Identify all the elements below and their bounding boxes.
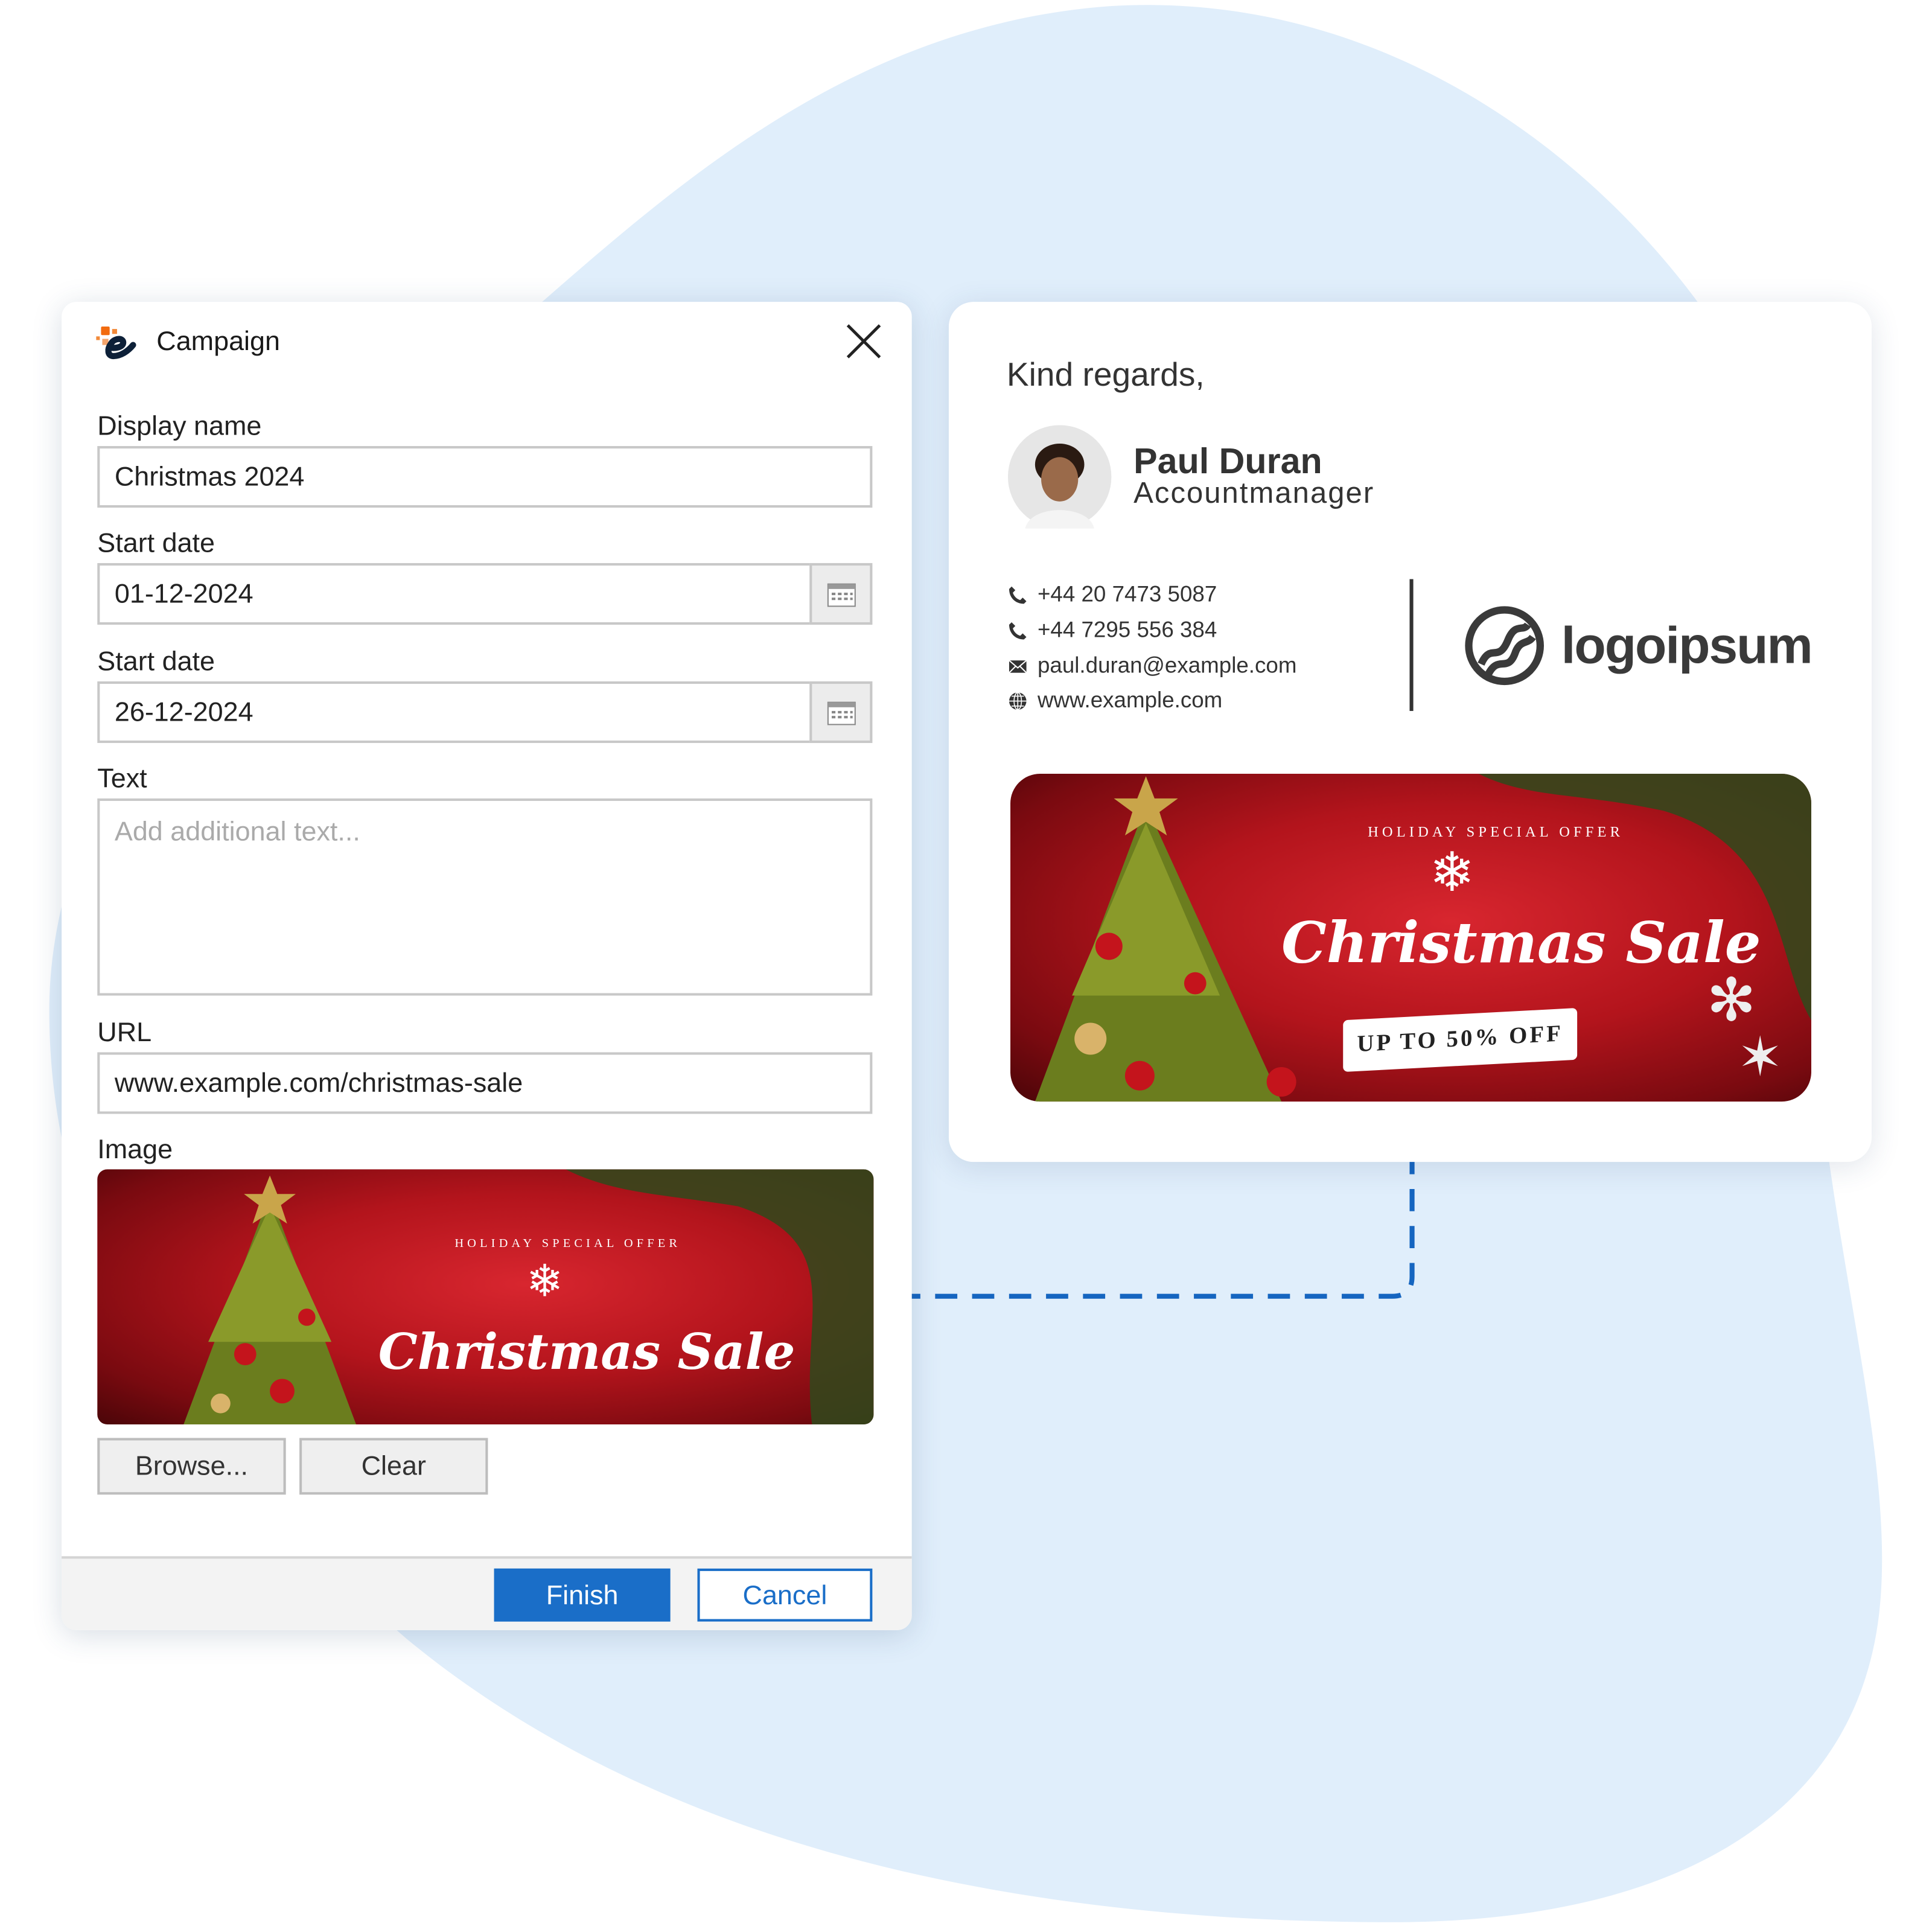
start-date-label: Start date [97, 527, 215, 558]
email-signature-preview: Kind regards, Paul Duran Accountmanager … [948, 302, 1872, 1162]
end-date-label: Start date [97, 645, 215, 677]
clear-button[interactable]: Clear [299, 1438, 488, 1495]
arc-text: HOLIDAY SPECIAL OFFER [454, 1237, 681, 1251]
greeting: Kind regards, [1006, 355, 1205, 394]
url-value: www.example.com/christmas-sale [114, 1066, 523, 1098]
text-placeholder: Add additional text... [114, 815, 360, 847]
campaign-dialog: Campaign Display name Christmas 2024 Sta… [62, 302, 912, 1630]
contact-text: www.example.com [1037, 687, 1223, 712]
image-preview: HOLIDAY SPECIAL OFFER ❄ Christmas Sale [97, 1169, 874, 1424]
contact-text: paul.duran@example.com [1037, 652, 1297, 678]
start-date-input[interactable]: 01-12-2024 [97, 563, 873, 625]
contact-text: +44 7295 556 384 [1037, 617, 1217, 642]
svg-text:✻: ✻ [1706, 966, 1756, 1033]
close-icon[interactable] [846, 324, 881, 359]
svg-text:✶: ✶ [1738, 1027, 1783, 1088]
contact-email[interactable]: paul.duran@example.com [1008, 652, 1297, 679]
end-date-input[interactable]: 26-12-2024 [97, 681, 873, 744]
mail-icon [1009, 659, 1027, 673]
finish-button[interactable]: Finish [494, 1568, 671, 1622]
calendar-button[interactable] [809, 563, 873, 625]
cancel-button[interactable]: Cancel [697, 1568, 873, 1622]
image-label: Image [97, 1133, 173, 1165]
avatar [1007, 425, 1112, 529]
banner-headline: Christmas Sale [378, 1323, 795, 1382]
calendar-icon [826, 701, 855, 725]
text-label: Text [97, 762, 147, 794]
globe-icon [1009, 691, 1027, 710]
christmas-tree-icon [183, 1175, 356, 1424]
url-input[interactable]: www.example.com/christmas-sale [97, 1052, 873, 1114]
divider [1409, 579, 1414, 711]
end-date-value: 26-12-2024 [114, 696, 253, 727]
contact-website[interactable]: www.example.com [1008, 687, 1222, 713]
phone-icon [1009, 585, 1027, 604]
phone-icon [1009, 621, 1027, 639]
banner-headline: Christmas Sale [1281, 909, 1761, 976]
dialog-footer: Finish Cancel [62, 1556, 912, 1630]
url-label: URL [97, 1016, 152, 1048]
display-name-value: Christmas 2024 [114, 461, 305, 492]
contact-phone-2[interactable]: +44 7295 556 384 [1008, 617, 1217, 643]
snowflake-icon: ❄ [526, 1255, 564, 1306]
display-name-label: Display name [97, 410, 262, 441]
signature-banner[interactable]: ✻ ✶ HOLIDAY SPECIAL OFFER ❄ Christmas Sal… [1010, 774, 1812, 1102]
logo-text: logoipsum [1561, 616, 1813, 674]
contact-phone-1[interactable]: +44 20 7473 5087 [1008, 582, 1217, 608]
pine-branches-icon [566, 1169, 874, 1424]
text-textarea[interactable]: Add additional text... [97, 798, 873, 996]
contact-text: +44 20 7473 5087 [1037, 581, 1217, 607]
logoipsum-logo-icon [1465, 606, 1544, 686]
app-logo-icon [96, 326, 136, 360]
dialog-title: Campaign [156, 325, 280, 356]
start-date-value: 01-12-2024 [114, 578, 253, 609]
arc-text: HOLIDAY SPECIAL OFFER [1368, 823, 1624, 841]
browse-button[interactable]: Browse... [97, 1438, 286, 1495]
display-name-input[interactable]: Christmas 2024 [97, 446, 873, 508]
calendar-icon [826, 583, 855, 607]
calendar-button[interactable] [809, 681, 873, 744]
signature-role: Accountmanager [1133, 477, 1375, 511]
snowflake-icon: ❄ [1429, 843, 1475, 904]
